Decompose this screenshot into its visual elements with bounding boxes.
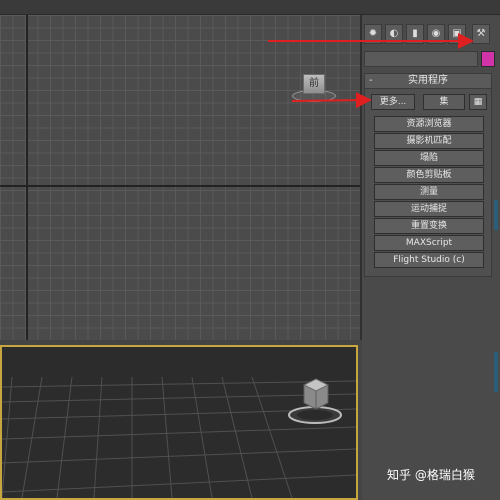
front-viewport[interactable]: 前 xyxy=(0,15,362,340)
utility-collapse[interactable]: 塌陷 xyxy=(374,150,484,166)
utility-reset-xform[interactable]: 重置变换 xyxy=(374,218,484,234)
viewcube-face-label: 前 xyxy=(303,74,325,94)
horizontal-axis-line xyxy=(0,185,360,187)
utility-flight-studio[interactable]: Flight Studio (c) xyxy=(374,252,484,268)
hierarchy-icon[interactable]: ◉ xyxy=(427,24,445,44)
top-strip xyxy=(0,0,500,15)
utility-camera-match[interactable]: 摄影机匹配 xyxy=(374,133,484,149)
modify-icon[interactable]: ▣ xyxy=(448,24,466,44)
utility-maxscript[interactable]: MAXScript xyxy=(374,235,484,251)
utility-asset-browser[interactable]: 资源浏览器 xyxy=(374,116,484,132)
more-button[interactable]: 更多... xyxy=(371,94,415,110)
utilities-hammer-icon[interactable]: ⚒ xyxy=(472,24,490,44)
utilities-rollout: - 实用程序 更多... 集 ▦ 资源浏览器 摄影机匹配 塌陷 颜色剪贴板 测量… xyxy=(364,73,492,277)
sun-icon[interactable]: ✹ xyxy=(364,24,382,44)
viewcube-perspective[interactable] xyxy=(286,375,344,425)
object-color-swatch[interactable] xyxy=(481,51,495,67)
sets-button[interactable]: 集 xyxy=(423,94,465,110)
collapse-icon[interactable]: - xyxy=(369,74,373,88)
motion-icon[interactable]: ▮ xyxy=(406,24,424,44)
perspective-viewport[interactable] xyxy=(0,345,358,500)
utility-motion-capture[interactable]: 运动捕捉 xyxy=(374,201,484,217)
display-icon[interactable]: ◐ xyxy=(385,24,403,44)
vertical-axis-line xyxy=(26,15,28,340)
rollout-title: 实用程序 xyxy=(408,75,448,86)
watermark: 知乎 @格瑞白猴 xyxy=(387,468,475,482)
utility-color-clipboard[interactable]: 颜色剪贴板 xyxy=(374,167,484,183)
object-name-field[interactable] xyxy=(364,51,478,67)
rollout-header[interactable]: - 实用程序 xyxy=(365,74,491,89)
panel-scrollbar[interactable] xyxy=(494,200,498,230)
command-panel-tabs: ✹ ◐ ▮ ◉ ▣ ⚒ xyxy=(364,24,496,46)
utility-measure[interactable]: 测量 xyxy=(374,184,484,200)
viewcube-front[interactable]: 前 xyxy=(292,60,336,102)
panel-scrollbar-lower[interactable] xyxy=(494,352,498,392)
configure-sets-icon[interactable]: ▦ xyxy=(469,94,487,110)
